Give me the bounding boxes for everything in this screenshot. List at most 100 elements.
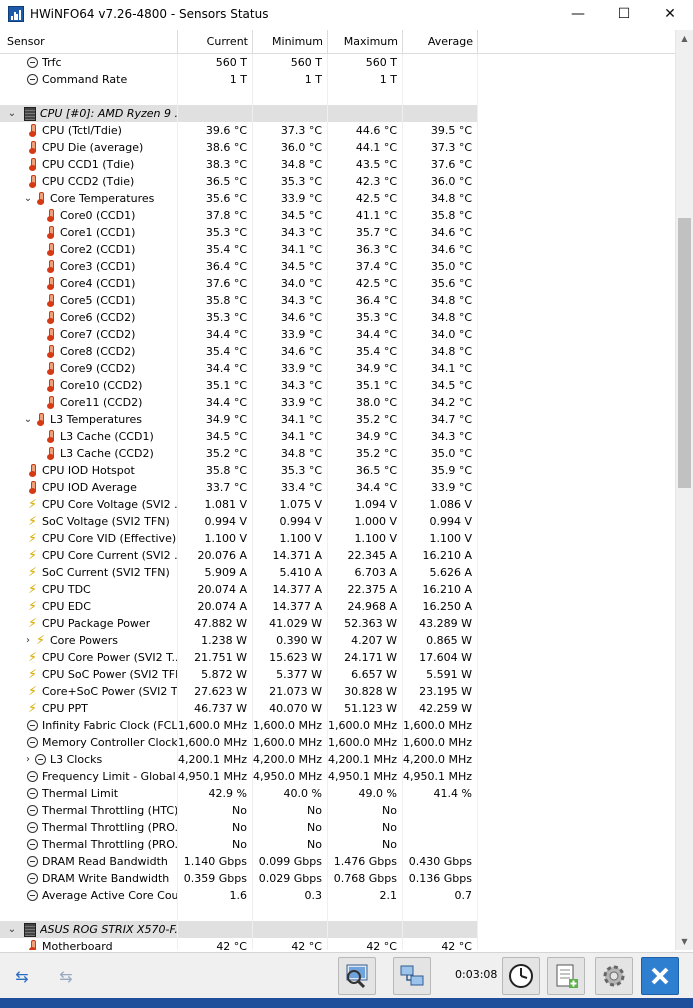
sensor-row[interactable]: Frequency Limit - Global 4,950.1 MHz 4,950…: [0, 768, 675, 785]
reset-clock-button[interactable]: [502, 957, 540, 995]
sensor-row[interactable]: ⚡ SoC Current (SVI2 TFN) 5.909 A 5.410 A 6.7…: [0, 564, 675, 581]
navigate-next-button[interactable]: ⇆: [48, 963, 84, 989]
sensor-row[interactable]: L3 Cache (CCD2) 35.2 °C 34.8 °C 35.2 °C 35.0…: [0, 445, 675, 462]
sensor-row[interactable]: › L3 Clocks 4,200.1 MHz 4,200.0 MHz 4,200.1 …: [0, 751, 675, 768]
sensor-row[interactable]: ⚡ CPU Core VID (Effective) 1.100 V 1.100 V1…: [0, 530, 675, 547]
column-average[interactable]: Average: [403, 30, 478, 54]
sensor-row[interactable]: L3 Cache (CCD1) 34.5 °C 34.1 °C 34.9 °C 34.3…: [0, 428, 675, 445]
settings-button[interactable]: [595, 957, 633, 995]
sensor-row[interactable]: ⚡ Core+SoC Power (SVI2 T... 27.623 W 21.073…: [0, 683, 675, 700]
sensor-row[interactable]: Motherboard 42 °C 42 °C 42 °C 42 °C: [0, 938, 675, 950]
collapse-chevron-icon[interactable]: ⌄: [6, 105, 18, 122]
average-value: 1,600.0 MHz: [403, 734, 478, 751]
maximum-value: 44.1 °C: [328, 139, 403, 156]
thermometer-icon: [44, 362, 57, 375]
current-value: 35.4 °C: [178, 241, 253, 258]
close-sensors-button[interactable]: [641, 957, 679, 995]
sensor-row[interactable]: Core2 (CCD1) 35.4 °C 34.1 °C 36.3 °C 34.6 °C: [0, 241, 675, 258]
sensor-row[interactable]: Thermal Throttling (PRO... No No No: [0, 819, 675, 836]
sensor-row[interactable]: Thermal Throttling (PRO... No No No: [0, 836, 675, 853]
maximum-value: [328, 105, 403, 122]
thermometer-icon: [44, 277, 57, 290]
sensor-row[interactable]: Command Rate 1 T1 T1 T: [0, 71, 675, 88]
sensor-row[interactable]: ⚡ CPU SoC Power (SVI2 TFN) 5.872 W 5.377 W6…: [0, 666, 675, 683]
sensor-row[interactable]: CPU CCD1 (Tdie) 38.3 °C 34.8 °C 43.5 °C 37.6…: [0, 156, 675, 173]
minimum-value: 42 °C: [253, 938, 328, 950]
sensor-row[interactable]: DRAM Write Bandwidth 0.359 Gbps 0.029 Gbps…: [0, 870, 675, 887]
collapse-chevron-icon[interactable]: ⌄: [22, 411, 34, 428]
column-current[interactable]: Current: [178, 30, 253, 54]
expand-chevron-icon[interactable]: ›: [22, 632, 34, 649]
minimum-value: 0.390 W: [253, 632, 328, 649]
average-value: 0.994 V: [403, 513, 478, 530]
sensor-row[interactable]: ⚡ CPU Package Power 47.882 W 41.029 W 52.363…: [0, 615, 675, 632]
collapse-chevron-icon[interactable]: ⌄: [6, 921, 18, 938]
minus-circle-icon: [27, 720, 38, 731]
sensor-row[interactable]: ⚡ CPU Core Voltage (SVI2 ... 1.081 V 1.075 …: [0, 496, 675, 513]
column-sensor[interactable]: Sensor: [0, 30, 178, 54]
sensor-row[interactable]: ⚡ CPU TDC 20.074 A 14.377 A 22.375 A 16.210 A: [0, 581, 675, 598]
close-button[interactable]: ✕: [647, 0, 693, 28]
sensor-row[interactable]: ⚡ CPU Core Power (SVI2 T... 21.751 W 15.623…: [0, 649, 675, 666]
sensor-row[interactable]: CPU (Tctl/Tdie) 39.6 °C 37.3 °C 44.6 °C 39.5…: [0, 122, 675, 139]
sensor-row[interactable]: Core9 (CCD2) 34.4 °C 33.9 °C 34.9 °C 34.1 °C: [0, 360, 675, 377]
scroll-down-arrow-icon[interactable]: ▼: [676, 933, 693, 950]
sensor-row[interactable]: Core6 (CCD2) 35.3 °C 34.6 °C 35.3 °C 34.8 °C: [0, 309, 675, 326]
sensor-row[interactable]: CPU IOD Hotspot 35.8 °C 35.3 °C 36.5 °C 35.9…: [0, 462, 675, 479]
minimum-value: 34.3 °C: [253, 224, 328, 241]
column-minimum[interactable]: Minimum: [253, 30, 328, 54]
sensor-row[interactable]: CPU CCD2 (Tdie) 36.5 °C 35.3 °C 42.3 °C 36.0…: [0, 173, 675, 190]
sensor-row[interactable]: DRAM Read Bandwidth 1.140 Gbps 0.099 Gbps 1…: [0, 853, 675, 870]
sensor-row[interactable]: Average Active Core Count 1.6 0.3 2.1 0.7: [0, 887, 675, 904]
sensor-row[interactable]: CPU IOD Average 33.7 °C 33.4 °C 34.4 °C 33.9…: [0, 479, 675, 496]
vertical-scrollbar[interactable]: ▲ ▼: [675, 30, 693, 950]
sensor-row[interactable]: Core1 (CCD1) 35.3 °C 34.3 °C 35.7 °C 34.6 °C: [0, 224, 675, 241]
sensor-row[interactable]: ⚡ CPU PPT 46.737 W 40.070 W 51.123 W 42.259 W: [0, 700, 675, 717]
sensor-row[interactable]: Thermal Throttling (HTC) No No No: [0, 802, 675, 819]
sensor-row[interactable]: Core0 (CCD1) 37.8 °C 34.5 °C 41.1 °C 35.8 °C: [0, 207, 675, 224]
minimize-button[interactable]: —: [555, 0, 601, 28]
maximize-button[interactable]: ☐: [601, 0, 647, 28]
sensor-row[interactable]: Core7 (CCD2) 34.4 °C 33.9 °C 34.4 °C 34.0 °C: [0, 326, 675, 343]
sensor-name-cell: ⚡ CPU TDC: [0, 581, 178, 598]
sensor-row[interactable]: › ⚡ Core Powers 1.238 W 0.390 W 4.207 W 0.865 …: [0, 632, 675, 649]
maximum-value: 4.207 W: [328, 632, 403, 649]
sensor-row[interactable]: Core3 (CCD1) 36.4 °C 34.5 °C 37.4 °C 35.0 °C: [0, 258, 675, 275]
sensor-row[interactable]: ⚡ CPU Core Current (SVI2 ... 20.076 A 14.37…: [0, 547, 675, 564]
expand-chevron-icon[interactable]: ›: [22, 751, 34, 768]
sensor-row[interactable]: Thermal Limit 42.9 % 40.0 % 49.0 % 41.4 %: [0, 785, 675, 802]
collapse-chevron-icon[interactable]: ⌄: [22, 190, 34, 207]
sensor-name-cell: ⌄ L3 Temperatures: [0, 411, 178, 428]
sensor-label: Infinity Fabric Clock (FCLK): [42, 719, 177, 732]
sensor-row[interactable]: ⌄ Core Temperatures 35.6 °C 33.9 °C 42.5 °C 3…: [0, 190, 675, 207]
sensor-row[interactable]: ⌄ L3 Temperatures 34.9 °C 34.1 °C 35.2 °C 34.…: [0, 411, 675, 428]
sensor-group-row[interactable]: ⌄ ASUS ROG STRIX X570-F...: [0, 921, 675, 938]
scroll-up-arrow-icon[interactable]: ▲: [676, 30, 693, 47]
group-label: ASUS ROG STRIX X570-F...: [40, 923, 177, 936]
column-maximum[interactable]: Maximum: [328, 30, 403, 54]
maximum-value: 42.5 °C: [328, 275, 403, 292]
sensor-label: Core3 (CCD1): [60, 260, 136, 273]
sensor-row[interactable]: Infinity Fabric Clock (FCLK) 1,600.0 MHz 1…: [0, 717, 675, 734]
minimum-value: 0.099 Gbps: [253, 853, 328, 870]
sensor-row[interactable]: Core4 (CCD1) 37.6 °C 34.0 °C 42.5 °C 35.6 °C: [0, 275, 675, 292]
minimum-value: 41.029 W: [253, 615, 328, 632]
thermometer-icon: [34, 192, 47, 205]
sensor-row[interactable]: Core10 (CCD2) 35.1 °C 34.3 °C 35.1 °C 34.5 °…: [0, 377, 675, 394]
sensor-row[interactable]: ⚡ CPU EDC 20.074 A 14.377 A 24.968 A 16.250 A: [0, 598, 675, 615]
sensor-row[interactable]: ⚡ SoC Voltage (SVI2 TFN) 0.994 V 0.994 V 1.0…: [0, 513, 675, 530]
thermometer-icon: [26, 175, 39, 188]
sensor-row[interactable]: Core5 (CCD1) 35.8 °C 34.3 °C 36.4 °C 34.8 °C: [0, 292, 675, 309]
logging-button[interactable]: [547, 957, 585, 995]
network-button[interactable]: [393, 957, 431, 995]
sensor-row[interactable]: Core8 (CCD2) 35.4 °C 34.6 °C 35.4 °C 34.8 °C: [0, 343, 675, 360]
sensor-group-row[interactable]: ⌄ CPU [#0]: AMD Ryzen 9 ...: [0, 105, 675, 122]
sensor-row[interactable]: Memory Controller Clock ... 1,600.0 MHz 1,…: [0, 734, 675, 751]
scrollbar-thumb[interactable]: [678, 218, 691, 488]
sensor-row[interactable]: Core11 (CCD2) 34.4 °C 33.9 °C 38.0 °C 34.2 °…: [0, 394, 675, 411]
navigate-prev-button[interactable]: ⇆: [4, 963, 40, 989]
sensor-graph-button[interactable]: [338, 957, 376, 995]
sensor-row[interactable]: CPU Die (average) 38.6 °C 36.0 °C 44.1 °C 37…: [0, 139, 675, 156]
thermometer-icon: [44, 345, 57, 358]
sensor-row[interactable]: Trfc 560 T 560 T 560 T: [0, 54, 675, 71]
